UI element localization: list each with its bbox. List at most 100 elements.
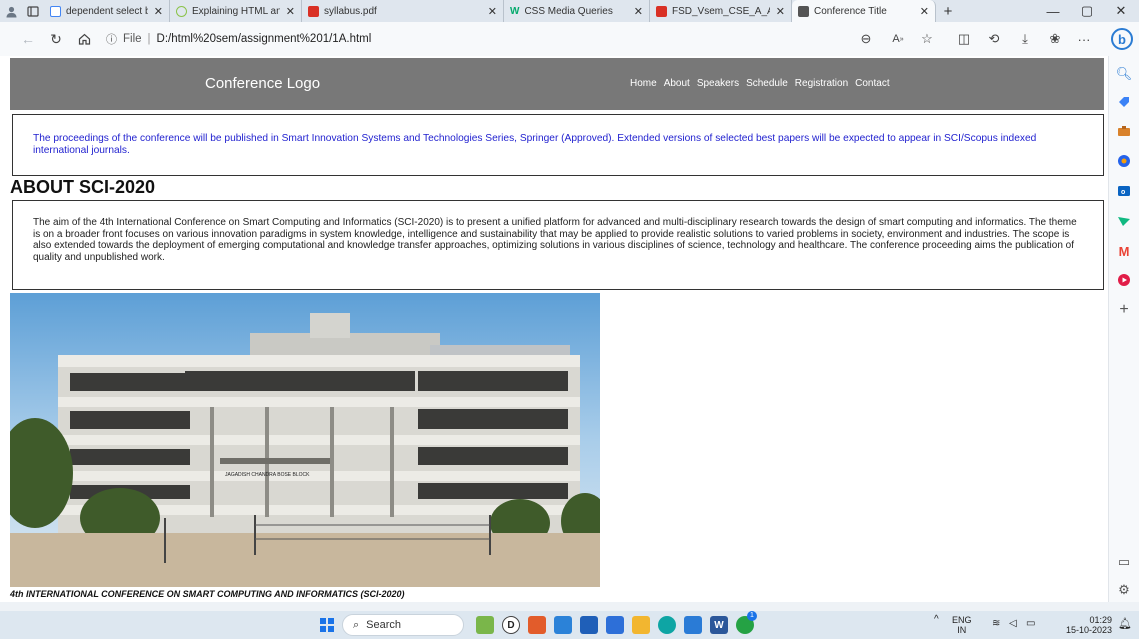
tab-close-icon[interactable]: ✕: [776, 5, 785, 18]
tab-label: FSD_Vsem_CSE_A_Assignm: [672, 5, 770, 17]
pdf-favicon-icon: [308, 5, 319, 17]
tab-label: dependent select box usin: [66, 5, 148, 17]
notifications-bell-icon[interactable]: 🔔︎: [1118, 619, 1132, 630]
taskbar-search[interactable]: ⌕ Search: [342, 614, 464, 636]
download-icon[interactable]: ⤓: [1012, 26, 1038, 52]
nav-schedule[interactable]: Schedule: [746, 78, 788, 89]
building-sign: JAGADISH CHANDRA BOSE BLOCK: [225, 472, 310, 478]
split-screen-icon[interactable]: ◫: [951, 26, 977, 52]
new-tab-icon[interactable]: +: [936, 3, 960, 20]
browser-toolbar: ← ↻ ⓘ File | D:/html%20sem/assignment%20…: [0, 22, 1139, 56]
tab-close-icon[interactable]: ✕: [488, 5, 497, 18]
lang-code: ENG: [952, 615, 972, 625]
browser-tab[interactable]: dependent select box usin ✕: [44, 0, 170, 22]
browser-tab[interactable]: syllabus.pdf ✕: [302, 0, 504, 22]
sidebar-drop-icon[interactable]: [1115, 212, 1133, 230]
sidebar-media-icon[interactable]: [1115, 271, 1133, 289]
w3schools-favicon-icon: W: [510, 5, 520, 17]
taskbar-taskview-icon[interactable]: [554, 616, 572, 634]
sidebar-panel-icon[interactable]: ▭: [1115, 553, 1133, 571]
profile-icon[interactable]: [0, 0, 22, 22]
sidebar-gmail-icon[interactable]: M: [1115, 242, 1133, 260]
restore-icon[interactable]: ▢: [1070, 0, 1104, 22]
sidebar-tools-icon[interactable]: [1115, 122, 1133, 140]
tab-label: Conference Title: [814, 5, 887, 17]
taskbar-explorer-icon[interactable]: [632, 616, 650, 634]
browser-sidebar: 🔍︎ o M + ▭ ⚙: [1108, 56, 1139, 602]
taskbar-edge-icon[interactable]: [658, 616, 676, 634]
url-protocol: File: [123, 33, 142, 45]
nav-speakers[interactable]: Speakers: [697, 78, 739, 89]
site-info-icon[interactable]: ⓘ: [106, 31, 117, 47]
search-icon: ⌕: [353, 618, 360, 631]
tab-close-icon[interactable]: ✕: [634, 5, 643, 18]
back-arrow-icon[interactable]: ←: [14, 25, 42, 53]
nav-home[interactable]: Home: [630, 78, 657, 89]
tab-label: syllabus.pdf: [324, 5, 377, 17]
refresh-icon[interactable]: ↻: [42, 25, 70, 53]
conference-favicon-icon: [798, 5, 809, 17]
clock[interactable]: 01:29 15-10-2023: [1050, 615, 1112, 635]
wifi-icon[interactable]: ≋: [992, 619, 1000, 629]
bing-copilot-icon[interactable]: b: [1111, 28, 1133, 50]
tab-close-icon[interactable]: ✕: [154, 5, 163, 18]
sidebar-shopping-icon[interactable]: [1115, 93, 1133, 111]
url-separator: |: [147, 33, 151, 45]
battery-icon[interactable]: ▭: [1026, 619, 1035, 629]
taskbar-search-label: Search: [366, 619, 402, 631]
nav-contact[interactable]: Contact: [855, 78, 889, 89]
site-header: Conference Logo Home About Speakers Sche…: [10, 58, 1104, 110]
window-close-icon[interactable]: ✕: [1104, 0, 1138, 22]
language-indicator[interactable]: ENG IN: [952, 615, 972, 635]
zoom-icon[interactable]: ⊖: [853, 26, 879, 52]
windows-taskbar: ⌕ Search D W 1 ^ ENG IN ≋ ◁ ▭ 01:29 15-1…: [0, 611, 1139, 639]
photo-caption: 4th INTERNATIONAL CONFERENCE ON SMART CO…: [10, 589, 405, 599]
volume-icon[interactable]: ◁: [1009, 619, 1017, 629]
pdf-favicon-icon: [656, 5, 667, 17]
window-bottom-edge: [0, 602, 1139, 611]
taskbar-word-icon[interactable]: W: [710, 616, 728, 634]
tab-label: Explaining HTML and Java: [192, 5, 280, 17]
windows-start-icon[interactable]: [320, 618, 334, 632]
nav-about[interactable]: About: [664, 78, 690, 89]
site-nav: Home About Speakers Schedule Registratio…: [630, 78, 890, 89]
taskbar-mail-icon[interactable]: [580, 616, 598, 634]
conference-logo[interactable]: Conference Logo: [205, 75, 320, 92]
extensions-icon[interactable]: ❀: [1042, 26, 1068, 52]
tab-close-icon[interactable]: ✕: [286, 5, 295, 18]
tray-overflow-icon[interactable]: ^: [934, 615, 939, 625]
browser-tab[interactable]: W CSS Media Queries ✕: [504, 0, 650, 22]
url-text: D:/html%20sem/assignment%201/1A.html: [156, 33, 372, 45]
sidebar-add-icon[interactable]: +: [1115, 301, 1133, 319]
history-icon[interactable]: ⟲: [981, 26, 1007, 52]
tab-close-icon[interactable]: ✕: [920, 5, 929, 18]
proceedings-notice: The proceedings of the conference will b…: [12, 114, 1104, 176]
read-aloud-icon[interactable]: A»: [885, 26, 911, 52]
page-viewport: Conference Logo Home About Speakers Sche…: [0, 56, 1108, 602]
sidebar-games-icon[interactable]: [1115, 152, 1133, 170]
browser-tab[interactable]: Explaining HTML and Java ✕: [170, 0, 302, 22]
address-bar[interactable]: ⓘ File | D:/html%20sem/assignment%201/1A…: [106, 26, 866, 52]
browser-tab[interactable]: FSD_Vsem_CSE_A_Assignm ✕: [650, 0, 792, 22]
minimize-icon[interactable]: —: [1036, 0, 1070, 22]
campus-building-photo: JAGADISH CHANDRA BOSE BLOCK: [10, 293, 600, 587]
tab-actions-icon[interactable]: [22, 0, 44, 22]
tab-label: CSS Media Queries: [524, 5, 613, 17]
nav-registration[interactable]: Registration: [795, 78, 848, 89]
sidebar-outlook-icon[interactable]: o: [1115, 182, 1133, 200]
about-heading: ABOUT SCI-2020: [10, 177, 156, 197]
region-code: IN: [957, 625, 967, 635]
taskbar-vscode-icon[interactable]: [684, 616, 702, 634]
taskbar-dell-icon[interactable]: D: [502, 616, 520, 634]
sidebar-settings-icon[interactable]: ⚙: [1115, 581, 1133, 599]
taskbar-app-icon[interactable]: [528, 616, 546, 634]
taskbar-widgets-icon[interactable]: [476, 616, 494, 634]
more-menu-icon[interactable]: ···: [1071, 26, 1097, 52]
browser-tab-active[interactable]: Conference Title ✕: [792, 0, 936, 22]
home-icon[interactable]: [70, 25, 98, 53]
about-text: The aim of the 4th International Confere…: [12, 200, 1104, 290]
taskbar-store-icon[interactable]: [606, 616, 624, 634]
favorite-star-icon[interactable]: ☆: [914, 26, 940, 52]
sidebar-search-icon[interactable]: 🔍︎: [1115, 65, 1133, 83]
browser-tab-strip: dependent select box usin ✕ Explaining H…: [0, 0, 1139, 22]
